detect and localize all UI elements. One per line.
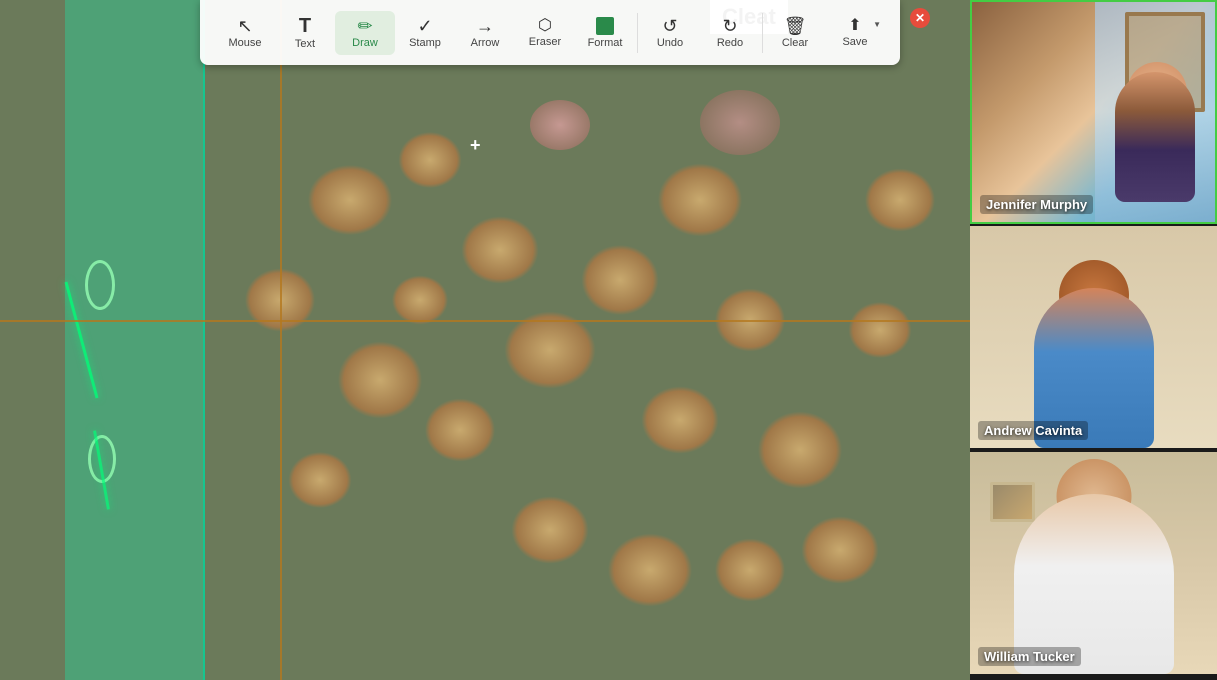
stamp-label: Stamp <box>409 37 441 49</box>
jennifer-body <box>1115 72 1195 202</box>
clear-icon: 🗑 <box>784 17 807 35</box>
toolbar: ↖ Mouse T Text ✏ Draw ✓ Stamp → Arrow ⬡ … <box>200 0 900 65</box>
pink-blob-2 <box>700 90 780 155</box>
toolbar-text[interactable]: T Text <box>275 10 335 56</box>
save-dropdown-arrow: ▼ <box>873 20 881 29</box>
toolbar-divider-1 <box>637 13 638 53</box>
jennifer-name: Jennifer Murphy <box>980 195 1093 214</box>
participant-tile-andrew[interactable]: Andrew Cavinta <box>970 226 1217 450</box>
william-video-bg <box>970 452 1217 674</box>
draw-icon: ✏ <box>357 17 372 35</box>
eraser-label: Eraser <box>529 36 561 48</box>
text-icon: T <box>299 16 311 36</box>
arrow-icon: → <box>476 17 494 35</box>
andrew-name: Andrew Cavinta <box>978 421 1088 440</box>
undo-icon: ↺ <box>662 17 677 35</box>
save-label: Save <box>842 36 867 48</box>
toolbar-save[interactable]: ⬆ Save ▼ <box>825 12 885 54</box>
jennifer-video-bg <box>972 2 1215 222</box>
cursor-crosshair <box>470 135 490 155</box>
close-button[interactable]: ✕ <box>910 8 930 28</box>
annotation-oval-1 <box>85 260 115 310</box>
ruler-left <box>65 0 205 680</box>
pink-blob-1 <box>530 100 590 150</box>
toolbar-divider-2 <box>762 13 763 53</box>
format-icon <box>596 17 614 35</box>
william-room-picture <box>990 482 1035 522</box>
toolbar-undo[interactable]: ↺ Undo <box>640 11 700 55</box>
stamp-icon: ✓ <box>417 17 432 35</box>
william-name: William Tucker <box>978 647 1081 666</box>
draw-label: Draw <box>352 37 378 49</box>
arrow-label: Arrow <box>471 37 500 49</box>
toolbar-stamp[interactable]: ✓ Stamp <box>395 11 455 55</box>
undo-label: Undo <box>657 37 683 49</box>
crosshair-vertical <box>280 0 282 680</box>
mouse-label: Mouse <box>228 37 261 49</box>
main-whiteboard-area: Cleat ↖ Mouse T Text ✏ Draw ✓ Stamp → Ar… <box>0 0 970 680</box>
redo-icon: ↻ <box>722 17 737 35</box>
toolbar-draw[interactable]: ✏ Draw <box>335 11 395 55</box>
andrew-video-bg <box>970 226 1217 448</box>
participant-tile-jennifer[interactable]: Jennifer Murphy <box>970 0 1217 224</box>
whiteboard-image[interactable] <box>0 0 970 680</box>
toolbar-clear[interactable]: 🗑 Clear <box>765 11 825 55</box>
save-icon: ⬆ <box>848 18 861 34</box>
mouse-icon: ↖ <box>237 17 252 35</box>
clear-label: Clear <box>782 37 808 49</box>
crosshair-horizontal <box>0 320 970 322</box>
eraser-icon: ⬡ <box>538 18 552 34</box>
toolbar-redo[interactable]: ↻ Redo <box>700 11 760 55</box>
participants-panel: Jennifer Murphy Andrew Cavinta William T… <box>970 0 1217 680</box>
participant-tile-william[interactable]: William Tucker <box>970 452 1217 676</box>
toolbar-mouse[interactable]: ↖ Mouse <box>215 11 275 55</box>
toolbar-format[interactable]: Format <box>575 11 635 55</box>
toolbar-arrow[interactable]: → Arrow <box>455 11 515 55</box>
format-label: Format <box>588 37 623 49</box>
redo-label: Redo <box>717 37 743 49</box>
text-label: Text <box>295 38 315 50</box>
toolbar-eraser[interactable]: ⬡ Eraser <box>515 12 575 54</box>
